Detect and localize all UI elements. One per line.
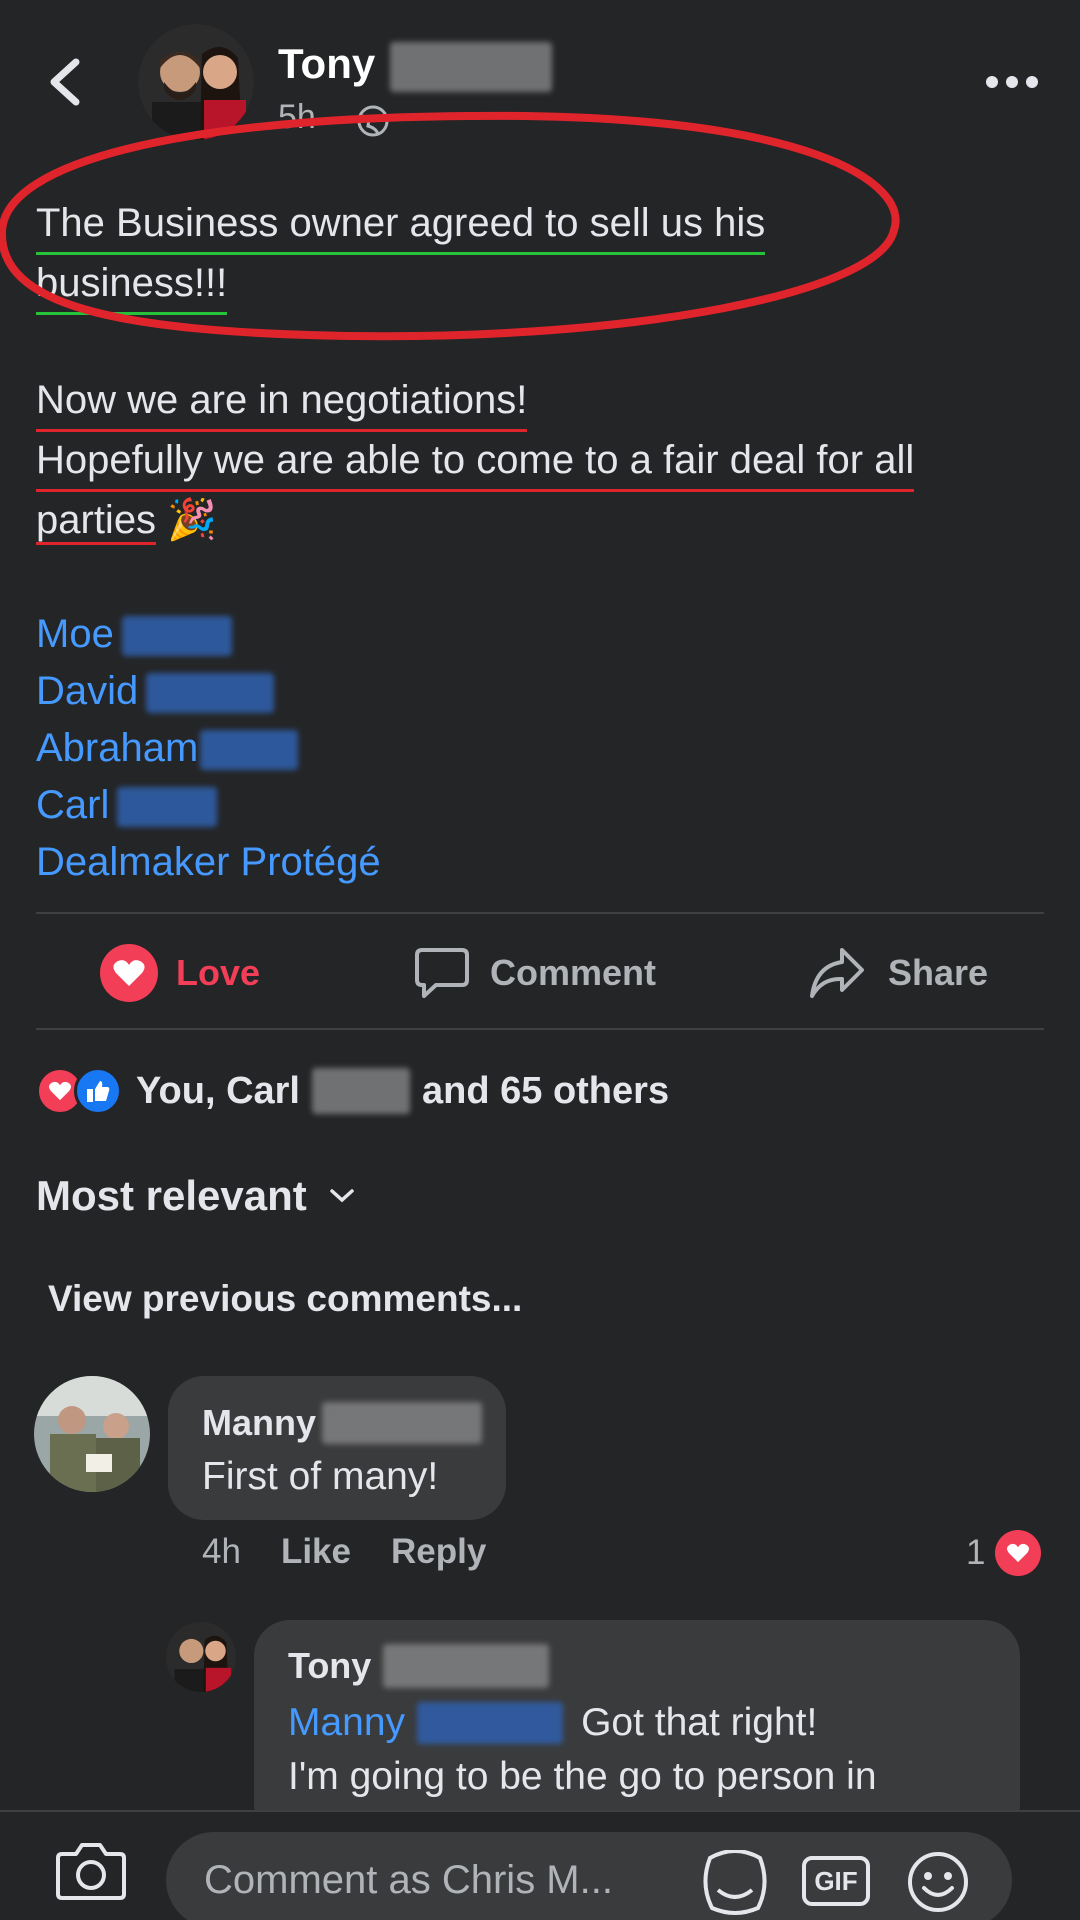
avatar-sticker-icon[interactable] [700, 1850, 770, 1916]
share-label: Share [888, 952, 989, 993]
reaction-suffix: and 65 others [422, 1069, 670, 1112]
comment-author[interactable]: Manny [202, 1402, 316, 1444]
post-actions: Love Comment Share [0, 925, 1080, 1017]
post-time: 5h [278, 98, 316, 136]
redacted-surname [383, 1644, 550, 1688]
comment-label: Comment [490, 952, 657, 993]
sort-dropdown[interactable]: Most relevant [36, 1172, 355, 1220]
more-options-icon[interactable] [984, 70, 1040, 94]
share-icon [810, 948, 864, 998]
love-button[interactable]: Love [100, 944, 261, 1002]
tag-name: Carl [36, 783, 110, 827]
post-line: parties [36, 498, 157, 545]
tag-name: Moe [36, 612, 114, 656]
post-line: The Business owner agreed to sell us his [36, 195, 766, 255]
globe-icon [357, 105, 389, 137]
tag-moe[interactable]: Moe [36, 606, 1036, 663]
post-header: Tony 5h [0, 0, 1080, 150]
reaction-prefix: You, Carl [136, 1069, 300, 1112]
back-icon[interactable] [46, 58, 86, 106]
redacted-surname [417, 1702, 564, 1744]
sort-label: Most relevant [36, 1172, 307, 1219]
like-reaction-icon [74, 1067, 122, 1115]
chevron-down-icon [330, 1189, 354, 1203]
reaction-summary[interactable]: You, Carl and 65 others [36, 1065, 669, 1117]
redacted-surname [322, 1402, 483, 1444]
comment-icon [415, 948, 469, 998]
redacted-surname [146, 673, 275, 714]
comment-input[interactable]: Comment as Chris M... GIF [166, 1832, 1012, 1920]
comment-button[interactable]: Comment [414, 945, 656, 1001]
reply-bubble: Tony Manny Got that right! I'm going to … [254, 1620, 1020, 1840]
post-line: Now we are in negotiations! [36, 372, 528, 432]
divider [36, 1028, 1044, 1030]
view-previous-comments[interactable]: View previous comments... [48, 1278, 522, 1320]
redacted-surname [390, 42, 552, 92]
reply-author-avatar[interactable] [166, 1622, 236, 1692]
redacted-surname [200, 730, 299, 771]
heart-icon [100, 944, 158, 1002]
comment-like-button[interactable]: Like [281, 1532, 351, 1572]
comment-composer: Comment as Chris M... GIF [0, 1810, 1080, 1920]
love-label: Love [176, 952, 261, 993]
post-line: Hopefully we are able to come to a fair … [36, 432, 915, 492]
camera-icon[interactable] [54, 1840, 128, 1902]
redacted-surname [312, 1068, 410, 1114]
post-line: business!!! [36, 255, 228, 315]
reply-text-continued: I'm going to be the go to person in [288, 1755, 877, 1798]
heart-icon [995, 1530, 1042, 1576]
comment-reply-button[interactable]: Reply [391, 1532, 486, 1572]
divider [36, 912, 1044, 914]
comment-time: 4h [202, 1532, 241, 1571]
tag-david[interactable]: David [36, 663, 1036, 720]
tag-abraham[interactable]: Abraham [36, 720, 1036, 777]
gif-label: GIF [814, 1865, 858, 1896]
post-line-last: parties 🎉 [36, 492, 217, 549]
gif-icon[interactable]: GIF [802, 1856, 870, 1906]
author-avatar[interactable] [138, 24, 254, 140]
emoji-icon[interactable] [906, 1850, 970, 1914]
comment-meta: 4h Like Reply [202, 1532, 486, 1572]
reply-text: Got that right! [581, 1701, 818, 1744]
author-name[interactable]: Tony [278, 40, 375, 88]
comment-placeholder: Comment as Chris M... [204, 1858, 613, 1902]
tag-name: Abraham [36, 726, 199, 770]
share-button[interactable]: Share [808, 945, 988, 1001]
redacted-surname [117, 787, 218, 828]
redacted-surname [121, 616, 232, 657]
tag-dealmaker-protege[interactable]: Dealmaker Protégé [36, 834, 1036, 891]
post-body: The Business owner agreed to sell us his… [36, 195, 1036, 891]
comment-reaction-count[interactable]: 1 [966, 1530, 1042, 1576]
reply-author[interactable]: Tony [288, 1645, 371, 1687]
commenter-avatar[interactable] [34, 1376, 150, 1492]
reaction-count-value: 1 [966, 1533, 986, 1572]
comment-bubble: Manny First of many! [168, 1376, 506, 1520]
tag-carl[interactable]: Carl [36, 777, 1036, 834]
tag-name: David [36, 669, 139, 713]
party-popper-emoji: 🎉 [167, 498, 217, 542]
comment-text: First of many! [202, 1455, 439, 1498]
reply-mention[interactable]: Manny [288, 1696, 405, 1750]
